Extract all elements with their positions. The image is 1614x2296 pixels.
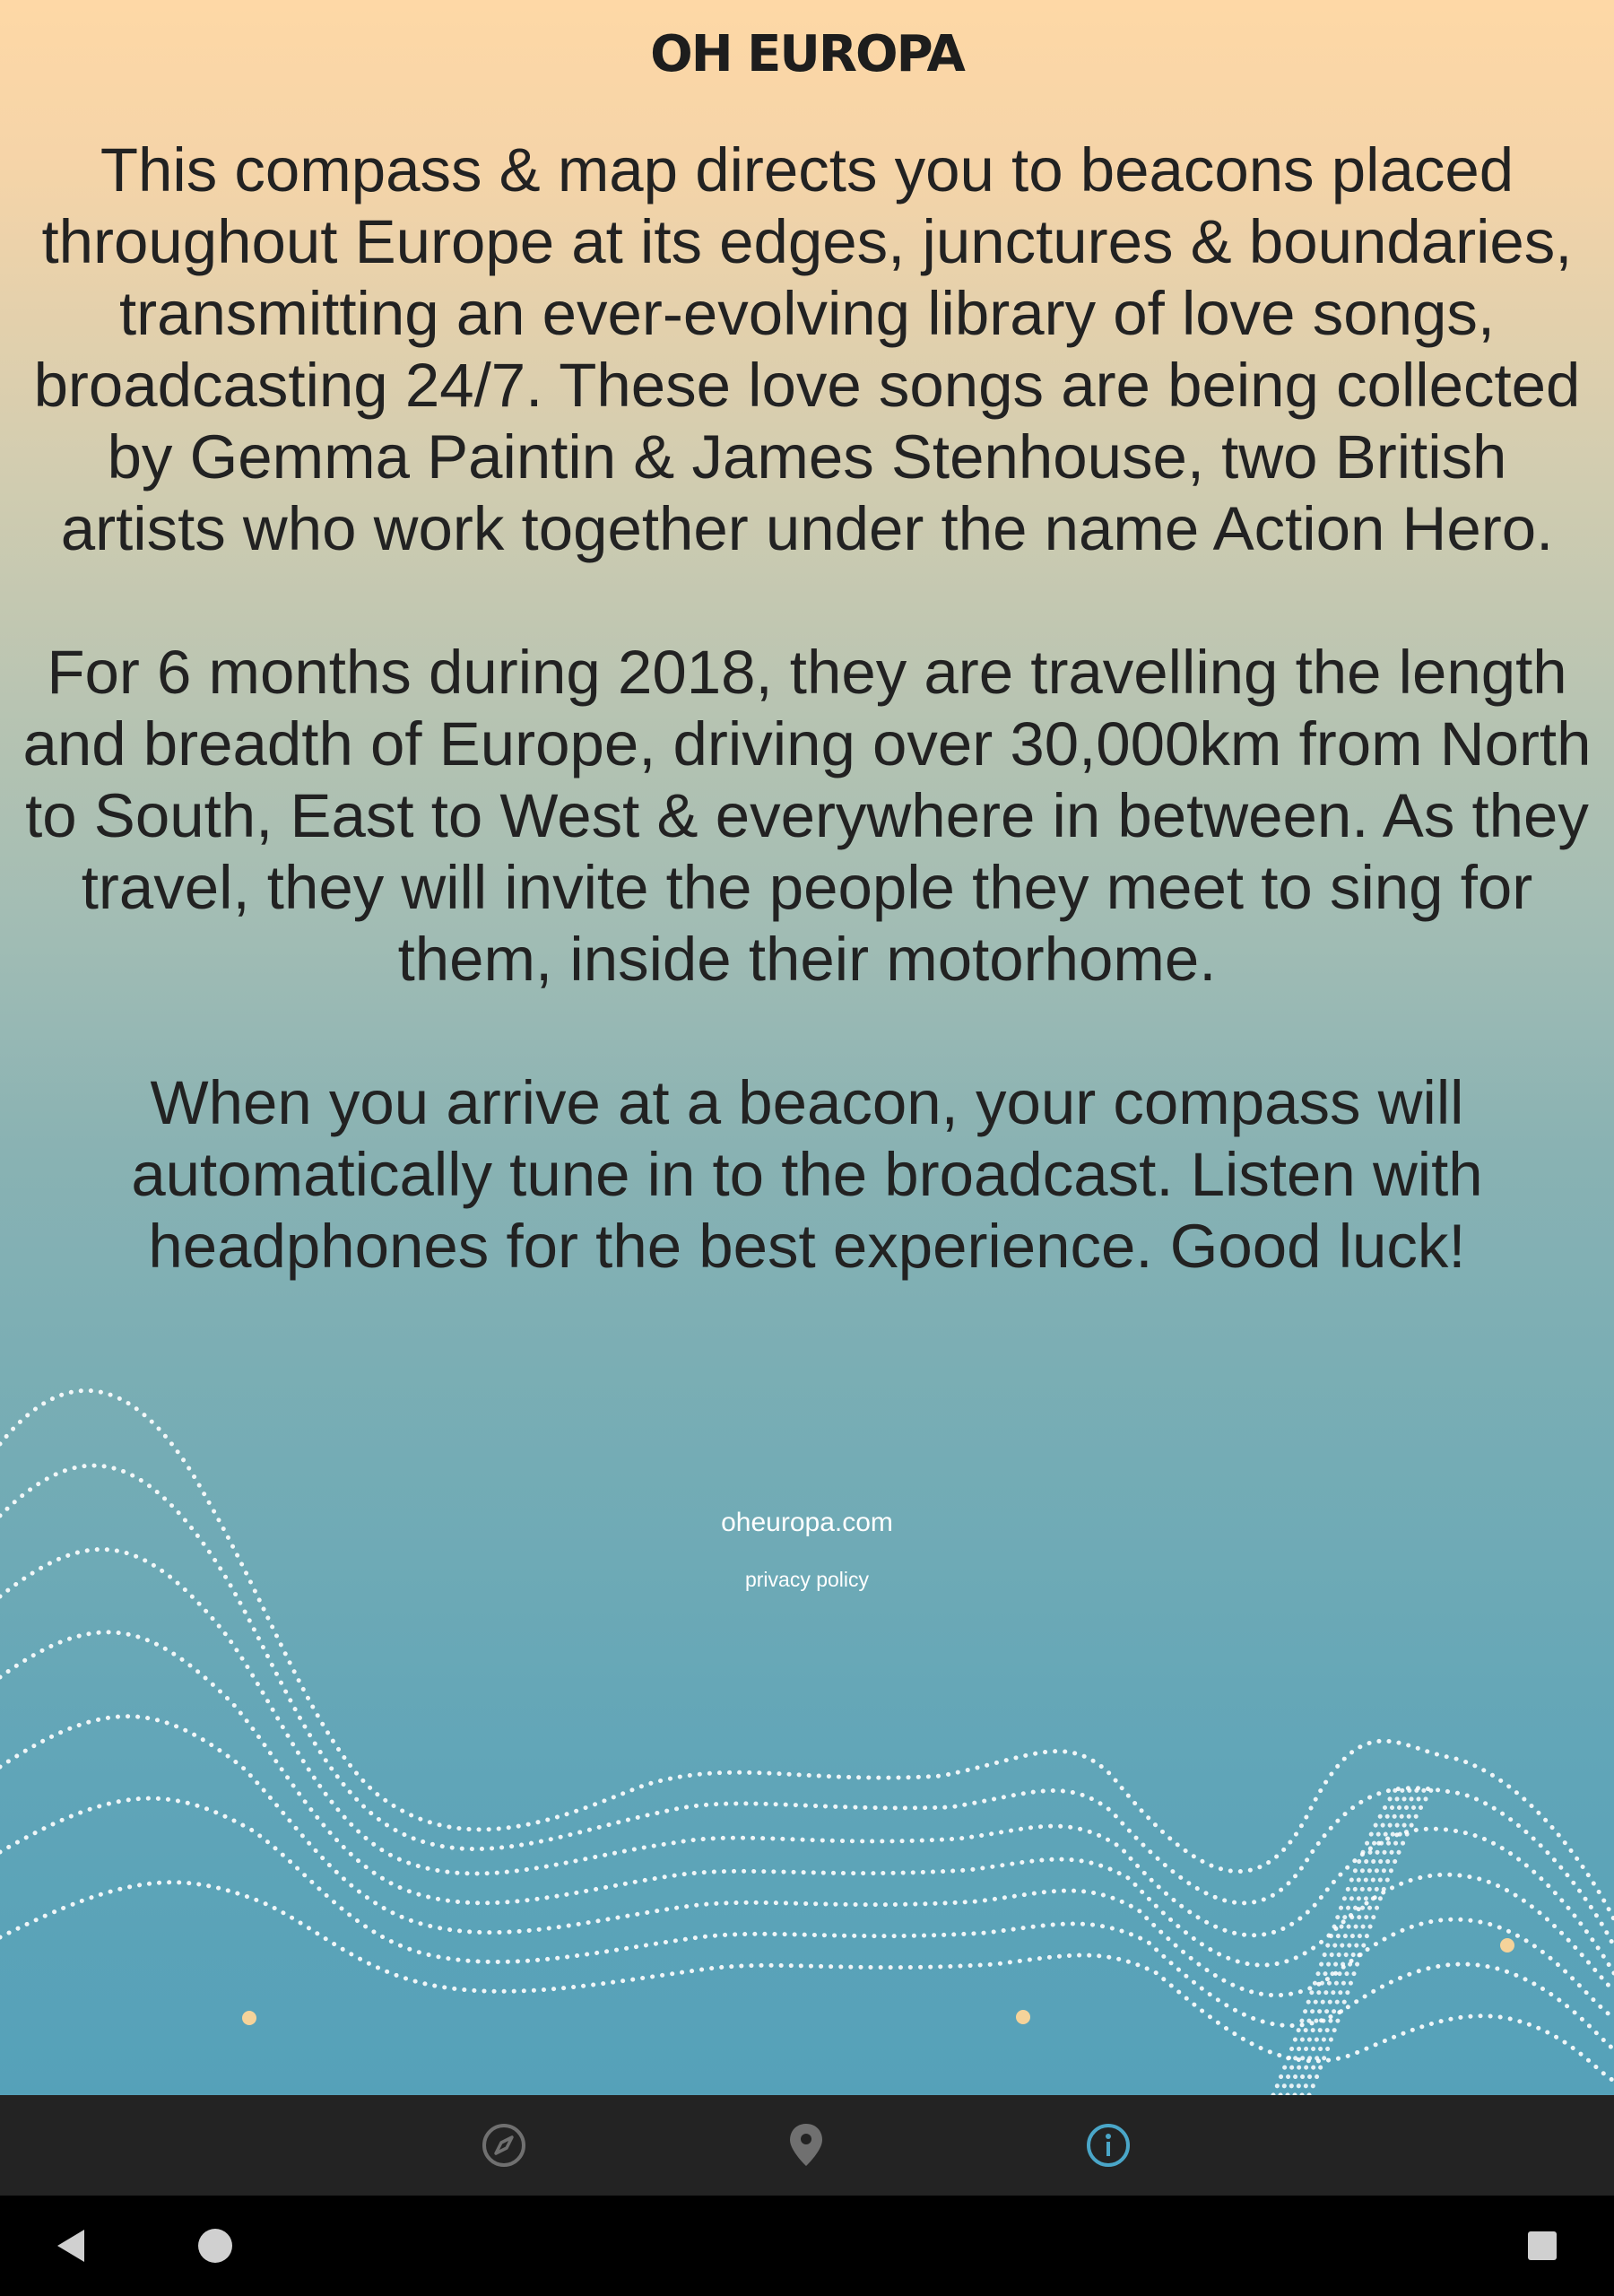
compass-icon (482, 2124, 525, 2167)
back-icon (57, 2230, 84, 2262)
wave-line (0, 1630, 1614, 1994)
wave-line (0, 1714, 1614, 2021)
tab-info[interactable] (1019, 2095, 1198, 2196)
wave-line (0, 1387, 1614, 1922)
privacy-policy-link[interactable]: privacy policy (0, 1568, 1614, 1592)
recents-button[interactable] (1480, 2196, 1605, 2296)
home-button[interactable] (152, 2196, 278, 2296)
wave-line (0, 1547, 1614, 1976)
about-screen: OH EUROPA This compass & map directs you… (0, 0, 1614, 2095)
website-link[interactable]: oheuropa.com (0, 1508, 1614, 1538)
about-paragraph-journey: For 6 months during 2018, they are trave… (22, 638, 1592, 994)
wave-line (1292, 1782, 1423, 2095)
info-icon (1087, 2124, 1130, 2167)
system-navigation-bar (0, 2196, 1614, 2296)
wave-line (0, 1880, 1614, 2083)
wave-line (1271, 1782, 1401, 2095)
dotted-waves-decoration (0, 1387, 1614, 2095)
about-paragraph-intro: This compass & map directs you to beacon… (33, 135, 1581, 563)
wave-line (1285, 1782, 1416, 2095)
beacon-dot (242, 2011, 256, 2025)
tab-compass[interactable] (414, 2095, 594, 2196)
beacon-dot (1500, 1938, 1514, 1952)
app-title: OH EUROPA (650, 25, 966, 83)
beacon-dot (1016, 2010, 1030, 2024)
home-icon (198, 2229, 232, 2263)
bottom-tab-bar (0, 2095, 1614, 2196)
back-button[interactable] (9, 2196, 134, 2296)
about-paragraph-instructions: When you arrive at a beacon, your compas… (131, 1068, 1483, 1281)
wave-line (1278, 1782, 1409, 2095)
map-pin-icon (790, 2124, 822, 2166)
recents-icon (1528, 2231, 1557, 2260)
about-text: This compass & map directs you to beacon… (18, 135, 1596, 1354)
tab-map[interactable] (716, 2095, 896, 2196)
